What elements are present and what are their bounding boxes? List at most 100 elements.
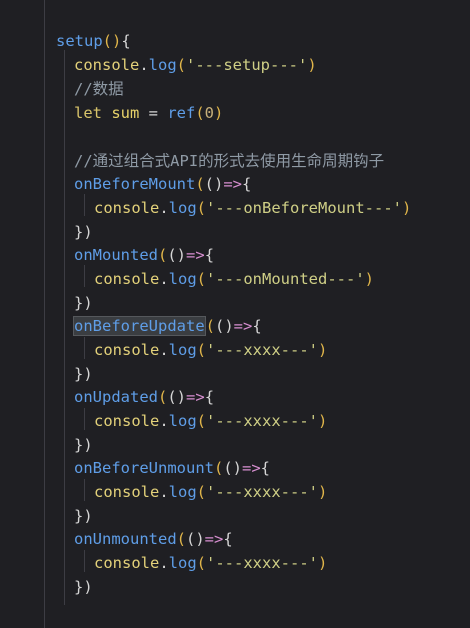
code-token: (: [205, 317, 215, 335]
code-line[interactable]: //数据: [74, 78, 124, 101]
indent-guide-outer: [44, 0, 45, 628]
code-line[interactable]: console.log('---onBeforeMount---'): [94, 197, 411, 220]
code-token: log: [168, 412, 197, 430]
code-token: (): [167, 246, 187, 264]
code-token: .: [159, 341, 169, 359]
code-token: {: [204, 388, 215, 406]
code-token: log: [168, 270, 197, 288]
code-line[interactable]: onUpdated(()=>{: [74, 386, 214, 409]
code-token: '---xxxx---': [206, 341, 318, 359]
code-token: ): [318, 554, 328, 572]
code-token: onBeforeMount: [74, 175, 196, 193]
code-token: (: [195, 104, 205, 122]
code-token: }): [74, 294, 93, 312]
code-token: =>: [233, 317, 253, 335]
code-token: .: [159, 412, 169, 430]
code-token: log: [168, 199, 197, 217]
code-token: log: [148, 56, 177, 74]
indent-guide-hook-4: [84, 408, 85, 430]
code-token: (): [102, 32, 122, 50]
code-token: onBeforeUnmount: [74, 459, 214, 477]
code-token: console: [94, 341, 160, 359]
code-line[interactable]: console.log('---onMounted---'): [94, 268, 374, 291]
code-token: (: [213, 459, 224, 477]
indent-guide-setup: [64, 50, 65, 605]
code-line[interactable]: console.log('---xxxx---'): [94, 552, 327, 575]
code-token: ): [214, 104, 224, 122]
code-line[interactable]: console.log('---setup---'): [74, 54, 317, 77]
code-token: }): [74, 436, 93, 454]
code-token: ): [307, 56, 317, 74]
code-token: =: [148, 104, 168, 122]
code-token: console: [74, 56, 140, 74]
code-token: console: [94, 483, 160, 501]
code-token: =>: [223, 175, 243, 193]
code-token: (: [196, 199, 207, 217]
code-token: .: [159, 199, 169, 217]
code-token: '---xxxx---': [206, 554, 318, 572]
code-token: .: [159, 483, 169, 501]
code-token: ): [318, 341, 328, 359]
code-line[interactable]: //通过组合式API的形式去使用生命周期钩子: [74, 150, 384, 173]
code-line[interactable]: onBeforeUnmount(()=>{: [74, 457, 270, 480]
code-token: =>: [204, 530, 224, 548]
code-token: =>: [242, 459, 261, 477]
code-token: console: [94, 270, 160, 288]
code-token: .: [159, 270, 169, 288]
code-editor[interactable]: setup(){console.log('---setup---')//数据 le…: [0, 0, 470, 628]
code-token: console: [94, 412, 160, 430]
code-token: //数据: [74, 80, 124, 98]
code-line[interactable]: }): [74, 292, 93, 315]
code-line[interactable]: }): [74, 434, 93, 457]
code-token: (: [195, 175, 205, 193]
code-token: }): [74, 223, 93, 241]
indent-guide-hook-1: [84, 194, 85, 216]
code-line[interactable]: }): [74, 363, 93, 386]
code-line[interactable]: console.log('---xxxx---'): [94, 410, 327, 433]
code-line[interactable]: }): [74, 221, 93, 244]
code-token: {: [204, 246, 215, 264]
code-token: =>: [186, 246, 205, 264]
code-token: (: [196, 412, 207, 430]
code-token: setup: [56, 32, 103, 50]
selected-token: onBeforeUpdate: [73, 316, 206, 336]
code-token: .: [159, 554, 169, 572]
code-token: onMounted: [74, 246, 158, 264]
code-token: onUnmounted: [74, 530, 177, 548]
code-token: (: [176, 530, 186, 548]
code-line[interactable]: let sum = ref(0): [74, 102, 223, 125]
code-line[interactable]: onBeforeMount(()=>{: [74, 173, 251, 196]
code-line[interactable]: onBeforeUpdate(()=>{: [73, 315, 262, 338]
code-token: (): [223, 459, 242, 477]
code-line[interactable]: onUnmounted(()=>{: [74, 528, 233, 551]
code-token: .: [139, 56, 149, 74]
code-token: let: [74, 104, 112, 122]
code-token: (: [196, 483, 207, 501]
code-token: {: [242, 175, 252, 193]
indent-guide-hook-2: [84, 265, 85, 287]
code-token: =>: [186, 388, 205, 406]
code-token: }): [74, 365, 93, 383]
code-line[interactable]: onMounted(()=>{: [74, 244, 214, 267]
code-line[interactable]: }): [74, 505, 93, 528]
code-token: 0: [204, 104, 215, 122]
code-token: '---onBeforeMount---': [206, 199, 402, 217]
code-token: (: [158, 388, 168, 406]
indent-guide-hook-3: [84, 337, 85, 359]
code-token: ref: [167, 104, 196, 122]
indent-guide-hook-5: [84, 479, 85, 501]
code-token: (: [196, 270, 207, 288]
code-token: (: [196, 341, 207, 359]
code-token: (: [158, 246, 168, 264]
code-token: log: [168, 554, 197, 572]
code-line[interactable]: console.log('---xxxx---'): [94, 339, 327, 362]
code-token: log: [168, 341, 197, 359]
code-token: ): [401, 199, 412, 217]
code-token: {: [223, 530, 233, 548]
code-token: {: [121, 32, 131, 50]
code-token: console: [94, 554, 160, 572]
code-token: (): [167, 388, 187, 406]
code-line[interactable]: console.log('---xxxx---'): [94, 481, 327, 504]
code-line[interactable]: }): [74, 576, 93, 599]
code-line[interactable]: setup(){: [56, 30, 131, 53]
